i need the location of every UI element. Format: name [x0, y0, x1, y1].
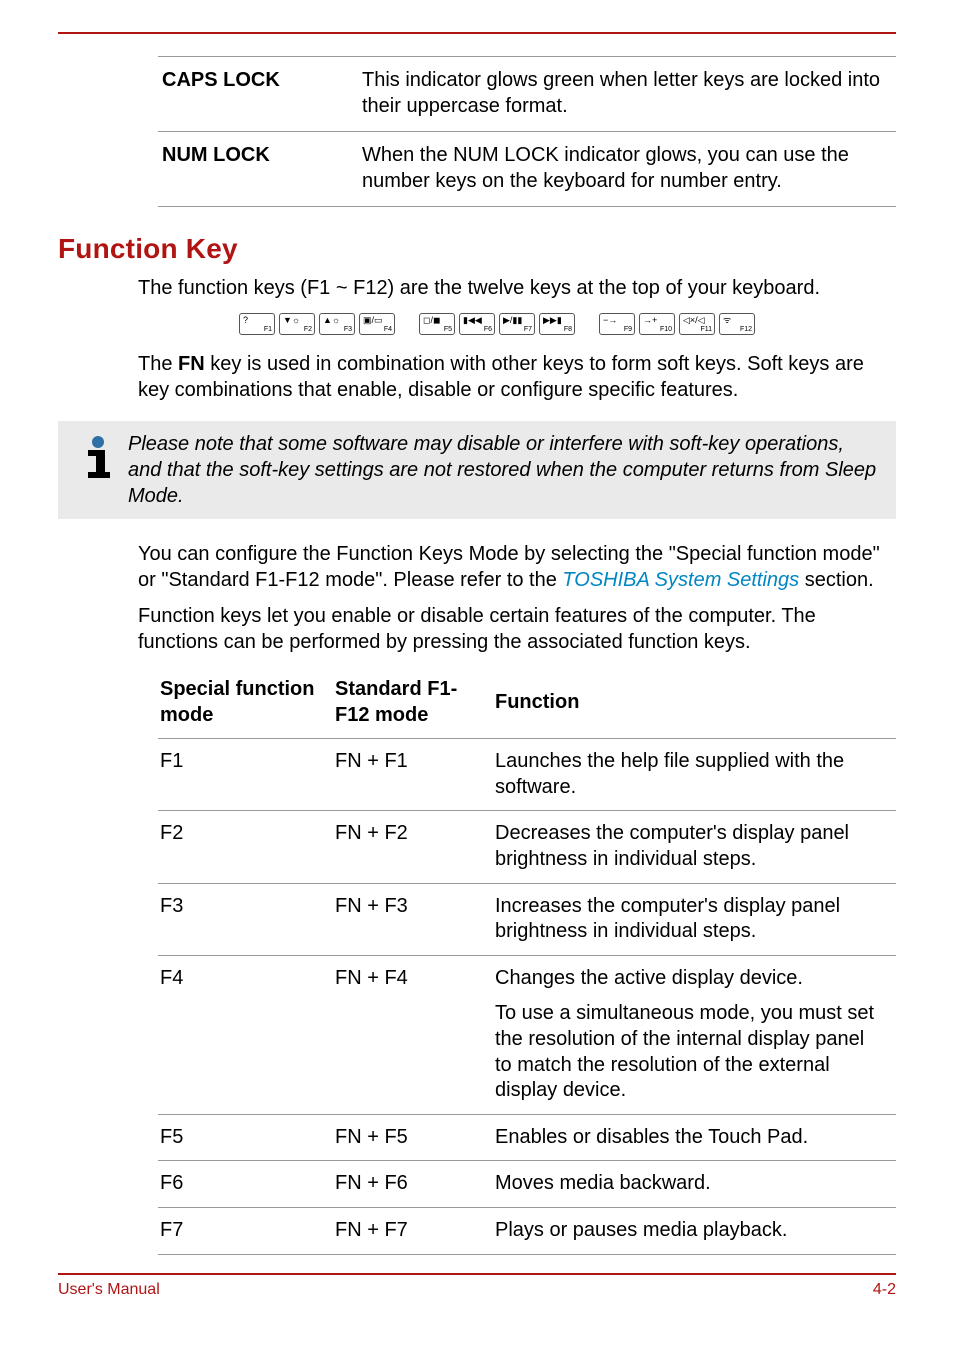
fk-col-special: F7 — [158, 1207, 333, 1254]
para3-post: section. — [799, 569, 873, 591]
fk-col-function: Changes the active display device. To use… — [493, 955, 896, 1114]
para2-bold: FN — [178, 353, 205, 375]
fn-key-f4: ▣/▭F4 — [359, 313, 395, 335]
function-key-table: Special function mode Standard F1-F12 mo… — [158, 669, 896, 1255]
para-intro: The function keys (F1 ~ F12) are the twe… — [138, 275, 896, 301]
fk-function-text: Moves media backward. — [495, 1171, 886, 1197]
fk-col-standard: FN + F4 — [333, 955, 493, 1114]
table-row: F1FN + F1Launches the help file supplied… — [158, 739, 896, 811]
fn-key-f12: ᯤF12 — [719, 313, 755, 335]
section-heading: Function Key — [58, 233, 896, 265]
fk-col-special: F6 — [158, 1161, 333, 1208]
fk-function-text: Increases the computer's display panel b… — [495, 894, 886, 945]
fk-col-function: Increases the computer's display panel b… — [493, 883, 896, 955]
fk-col-function: Moves media backward. — [493, 1161, 896, 1208]
para-fn-desc: The FN key is used in combination with o… — [138, 351, 896, 403]
lock-term: CAPS LOCK — [158, 57, 358, 132]
fn-key-f7: ▶/▮▮F7 — [499, 313, 535, 335]
lock-row: NUM LOCKWhen the NUM LOCK indicator glow… — [158, 132, 896, 207]
lock-term: NUM LOCK — [158, 132, 358, 207]
table-row: F4FN + F4Changes the active display devi… — [158, 955, 896, 1114]
fk-col-function: Enables or disables the Touch Pad. — [493, 1114, 896, 1161]
fn-key-f3: ▲☼F3 — [319, 313, 355, 335]
fk-function-text: Launches the help file supplied with the… — [495, 749, 886, 800]
note-text: Please note that some software may disab… — [128, 431, 880, 509]
fn-key-f1: ?F1 — [239, 313, 275, 335]
fk-function-text: To use a simultaneous mode, you must set… — [495, 1001, 886, 1103]
lock-desc: This indicator glows green when letter k… — [358, 57, 896, 132]
fn-key-f10: →+F10 — [639, 313, 675, 335]
lock-definitions-table: CAPS LOCKThis indicator glows green when… — [158, 56, 896, 207]
fn-key-f6: ▮◀◀F6 — [459, 313, 495, 335]
fk-col-function: Plays or pauses media playback. — [493, 1207, 896, 1254]
info-icon — [78, 435, 118, 479]
table-row: F5FN + F5Enables or disables the Touch P… — [158, 1114, 896, 1161]
fk-col-standard: FN + F7 — [333, 1207, 493, 1254]
fn-key-f9: −→F9 — [599, 313, 635, 335]
fk-col-special: F2 — [158, 811, 333, 883]
fk-col-function: Launches the help file supplied with the… — [493, 739, 896, 811]
fk-function-text: Enables or disables the Touch Pad. — [495, 1125, 886, 1151]
bottom-rule — [58, 1273, 896, 1275]
para2-post: key is used in combination with other ke… — [138, 353, 864, 401]
lock-desc: When the NUM LOCK indicator glows, you c… — [358, 132, 896, 207]
para-config: You can configure the Function Keys Mode… — [138, 541, 896, 593]
fk-function-text: Plays or pauses media playback. — [495, 1218, 886, 1244]
lock-row: CAPS LOCKThis indicator glows green when… — [158, 57, 896, 132]
fk-header-standard: Standard F1-F12 mode — [333, 669, 493, 739]
footer-right: 4-2 — [873, 1281, 896, 1299]
fk-col-standard: FN + F6 — [333, 1161, 493, 1208]
fk-col-function: Decreases the computer's display panel b… — [493, 811, 896, 883]
fk-col-special: F5 — [158, 1114, 333, 1161]
page-footer: User's Manual 4-2 — [58, 1281, 896, 1299]
function-key-row-illustration: ?F1▼☼F2▲☼F3▣/▭F4 ◻/◼F5▮◀◀F6▶/▮▮F7▶▶▮F8 −… — [58, 313, 896, 335]
toshiba-system-settings-link[interactable]: TOSHIBA System Settings — [562, 569, 799, 591]
table-row: F2FN + F2Decreases the computer's displa… — [158, 811, 896, 883]
footer-left: User's Manual — [58, 1281, 160, 1299]
fk-col-special: F4 — [158, 955, 333, 1114]
fk-col-special: F1 — [158, 739, 333, 811]
fk-col-standard: FN + F1 — [333, 739, 493, 811]
fk-col-standard: FN + F5 — [333, 1114, 493, 1161]
table-row: F3FN + F3Increases the computer's displa… — [158, 883, 896, 955]
top-rule — [58, 32, 896, 34]
fn-key-f11: ◁×/◁F11 — [679, 313, 715, 335]
fn-key-f8: ▶▶▮F8 — [539, 313, 575, 335]
para-features: Function keys let you enable or disable … — [138, 603, 896, 655]
fn-key-f5: ◻/◼F5 — [419, 313, 455, 335]
table-row: F7FN + F7Plays or pauses media playback. — [158, 1207, 896, 1254]
fk-col-standard: FN + F3 — [333, 883, 493, 955]
fk-header-special: Special function mode — [158, 669, 333, 739]
fk-header-function: Function — [493, 669, 896, 739]
fn-key-f2: ▼☼F2 — [279, 313, 315, 335]
para2-pre: The — [138, 353, 178, 375]
fk-col-special: F3 — [158, 883, 333, 955]
fk-function-text: Decreases the computer's display panel b… — [495, 821, 886, 872]
note-box: Please note that some software may disab… — [58, 421, 896, 519]
fk-function-text: Changes the active display device. — [495, 966, 886, 992]
table-row: F6FN + F6Moves media backward. — [158, 1161, 896, 1208]
fk-col-standard: FN + F2 — [333, 811, 493, 883]
